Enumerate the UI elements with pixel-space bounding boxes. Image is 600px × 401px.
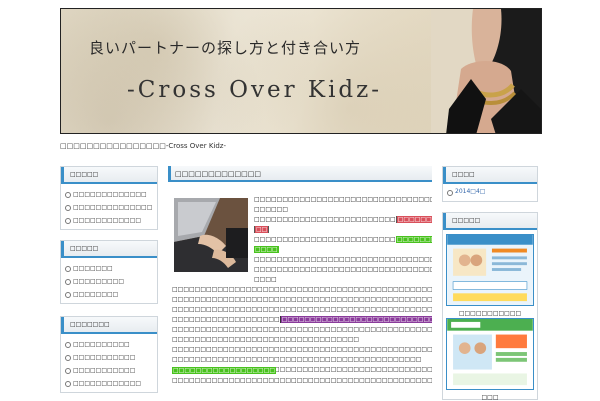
highlight-green-link[interactable]: □□□□: [254, 246, 279, 253]
site-name-line: □□□□□□□□□□□□□□□□-Cross Over Kidz-: [60, 142, 227, 150]
ad-banner-2[interactable]: [446, 318, 534, 390]
ads-heading: □□□□□: [443, 213, 537, 230]
article-text-line: □□□□□□□□□□□□□□□□□□□□□□□□□□□□□□□□□□□□□□□□: [254, 216, 432, 223]
left-widget-3-link[interactable]: □□□□□□□□□□□: [61, 364, 157, 377]
article-text-line: □□□□□□□□□□□□□□□□□□□□□□□□□□□□□□□□□□□□□□□□…: [172, 286, 432, 293]
left-widget-3-link[interactable]: □□□□□□□□□□□□: [61, 377, 157, 390]
article-text-segment: □□□□□□□□□□□□□□□□□□□□□□□□□: [254, 216, 396, 223]
left-widget-2-link[interactable]: □□□□□□□□: [61, 288, 157, 301]
highlight-red-link[interactable]: □□: [254, 226, 270, 233]
header-banner[interactable]: 良いパートナーの探し方と付き合い方 -Cross Over Kidz-: [60, 8, 542, 134]
article-text-line: □□□□□□□□□□□□□□□□□□□□□□□□□□□□□□□□□: [172, 336, 360, 343]
article-text-segment: □□□□□□□□□□□□□□□□□□□□□□□□□: [254, 236, 396, 243]
ad-caption-1[interactable]: □□□□□□□□□□□: [442, 310, 538, 317]
article-text-line: □□□□: [254, 246, 432, 253]
left-widget-2: □□□□□ □□□□□□□ □□□□□□□□□ □□□□□□□□: [60, 240, 158, 304]
archive-link[interactable]: 2014□4□: [443, 184, 537, 199]
article-text-line: □□□□□□□□□□□□□□□□□□□□□□□□□□□□□□□□□□□□□□□□…: [172, 296, 432, 303]
article-text-line: □□□□□□□□□□□□□□□□□□: [172, 367, 432, 374]
archive-heading: □□□□: [443, 167, 537, 184]
highlight-red-link[interactable]: □□□□□□□□□□□□□□□: [395, 216, 432, 223]
article-text-line: □□: [254, 226, 432, 233]
left-widget-2-link[interactable]: □□□□□□□□□: [61, 275, 157, 288]
left-widget-3-link[interactable]: □□□□□□□□□□: [61, 338, 157, 351]
archive-widget: □□□□ 2014□4□: [442, 166, 538, 202]
article-title[interactable]: □□□□□□□□□□□□□: [168, 166, 432, 182]
left-widget-1-link[interactable]: □□□□□□□□□□□□□: [61, 188, 157, 201]
article-text-line: □□□□□□□□□□□□□□□□□□□□□□□□□□□□□□□□□□□□□□□□…: [172, 377, 432, 384]
left-widget-1-heading: □□□□□: [61, 167, 157, 184]
highlight-green-link[interactable]: □□□□□□□□□□□□□□□: [395, 236, 432, 243]
site-title-jp: 良いパートナーの探し方と付き合い方: [89, 39, 362, 57]
highlight-purple-link[interactable]: □□□□□□□□□□□□□□□□□□□□□□□□□□□□□□□□□□□□: [279, 316, 432, 323]
left-widget-1-link[interactable]: □□□□□□□□□□□□□□: [61, 201, 157, 214]
article-text-line: □□□□□□□□□□□□□□□□□□□□□□□□□□□□□□□□□□□□□□□□: [254, 196, 432, 203]
left-widget-1: □□□□□ □□□□□□□□□□□□□ □□□□□□□□□□□□□□ □□□□□…: [60, 166, 158, 230]
highlight-green-link[interactable]: □□□□□□□□□□□□□□□□□□: [172, 367, 277, 374]
article-text-line: □□□□: [254, 276, 277, 283]
article-text-line: □□□□□□□□□□□□□□□□□□□□□□□□□□□□□□□□□□□□□□□□…: [172, 306, 432, 313]
left-widget-3-link[interactable]: □□□□□□□□□□□: [61, 351, 157, 364]
ad-banner-1[interactable]: [446, 234, 534, 306]
article-text-line: □□□□□□□□□□□□□□□□□□□□□□□□□□□□□□□□□□□□□□□□…: [172, 326, 432, 333]
article-text-line: □□□□□□□□□□□□□□□□□□□□□□□□□□□□□□□□□□□□□□□□…: [172, 346, 432, 353]
article-text-line: □□□□□□□□□□□□□□□□□□□□□□□□□□□□□□□□□□□□□□□□…: [172, 316, 432, 323]
left-widget-2-heading: □□□□□: [61, 241, 157, 258]
article-text-line: □□□□□□□□□□□□□□□□□□□□□□□□□□□□□□□□□□□□□□□□: [254, 256, 432, 263]
left-widget-1-link[interactable]: □□□□□□□□□□□□: [61, 214, 157, 227]
article-text-line: □□□□□□□□□□□□□□□□□□□□□□□□□□□□□□□□□□□□□□□□…: [172, 356, 422, 363]
woman-photo: [431, 9, 541, 133]
laptop-typing-photo: [174, 198, 248, 272]
article-text-line: □□□□□□: [254, 206, 289, 213]
left-widget-3: □□□□□□□ □□□□□□□□□□ □□□□□□□□□□□ □□□□□□□□□…: [60, 316, 158, 393]
article-text-line: □□□□□□□□□□□□□□□□□□□□□□□□□□□□□□□□□□□□□□□□: [254, 266, 432, 273]
article-text-line: □□□□□□□□□□□□□□□□□□□□□□□□□□□□□□□□□□□□□□□□: [254, 236, 432, 243]
article-text-segment: □□□□□□□□□□□□□□□□□□□: [172, 316, 280, 323]
left-widget-2-link[interactable]: □□□□□□□: [61, 262, 157, 275]
left-widget-3-heading: □□□□□□□: [61, 317, 157, 334]
site-subtitle: -Cross Over Kidz-: [127, 77, 383, 103]
